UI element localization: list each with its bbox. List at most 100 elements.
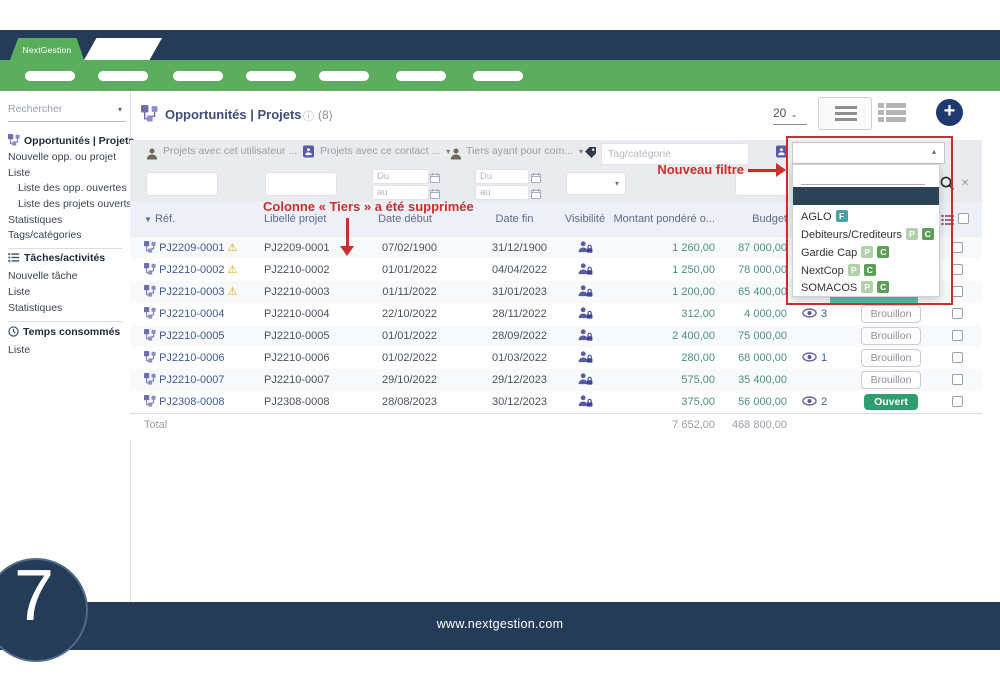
sidebar-item-nouvelle-tache[interactable]: Nouvelle tâche xyxy=(8,270,77,282)
thirdparty-filter-select[interactable]: Tiers ayant pour com...▾ xyxy=(466,145,578,161)
project-label: PJ2210-0006 xyxy=(264,347,376,369)
date-end: 01/03/2022 xyxy=(472,347,567,369)
eye-icon xyxy=(802,352,817,362)
dropdown-option[interactable]: Debiteurs/CrediteursPC xyxy=(801,227,934,243)
ref-search-input[interactable] xyxy=(146,172,218,196)
sidebar-item-liste-opp-ouvertes[interactable]: Liste des opp. ouvertes xyxy=(18,182,127,194)
date-to-placeholder: au xyxy=(373,186,428,199)
sidebar-separator xyxy=(8,321,122,322)
column-ref[interactable]: ▼ Réf. xyxy=(144,211,175,227)
budget-amount: 35 400,00 xyxy=(692,369,787,391)
row-checkbox[interactable] xyxy=(952,396,963,407)
row-checkbox[interactable] xyxy=(952,330,963,341)
eye-icon xyxy=(802,396,817,406)
budget-amount: 68 000,00 xyxy=(692,347,787,369)
nav-pill[interactable] xyxy=(319,71,369,81)
project-ref-link[interactable]: PJ2210-0007 xyxy=(159,374,224,386)
table-row[interactable]: PJ2210-0006 PJ2210-0006 01/02/2022 01/03… xyxy=(130,347,982,370)
view-count: 3 xyxy=(821,308,827,320)
dropdown-option[interactable]: Gardie CapPC xyxy=(801,245,889,261)
project-icon xyxy=(144,373,156,385)
row-checkbox[interactable] xyxy=(952,242,963,253)
project-ref-link[interactable]: PJ2210-0005 xyxy=(159,330,224,342)
sidebar-section-tasks[interactable]: Tâches/activités xyxy=(8,252,105,264)
select-all-checkbox[interactable] xyxy=(958,213,969,224)
sidebar-item-tags-categories[interactable]: Tags/catégories xyxy=(8,229,82,241)
sidebar-item-liste-taches[interactable]: Liste xyxy=(8,286,30,298)
clear-filters-icon[interactable]: × xyxy=(961,174,969,190)
row-checkbox[interactable] xyxy=(952,374,963,385)
date-end-to-input[interactable]: au xyxy=(475,185,529,200)
row-checkbox[interactable] xyxy=(952,264,963,275)
sidebar-item-statistiques[interactable]: Statistiques xyxy=(8,214,62,226)
dropdown-option[interactable]: AGLOF xyxy=(801,209,848,225)
row-checkbox[interactable] xyxy=(952,286,963,297)
nav-pill[interactable] xyxy=(473,71,523,81)
dropdown-search-input[interactable] xyxy=(801,169,925,185)
annotation-arrow-right xyxy=(748,169,778,172)
search-icon[interactable] xyxy=(940,176,955,196)
date-start-from-input[interactable]: Du xyxy=(372,169,429,184)
client-badge: C xyxy=(922,228,934,240)
table-row[interactable]: PJ2210-0007 PJ2210-0007 29/10/2022 29/12… xyxy=(130,369,982,392)
list-view-button[interactable] xyxy=(818,97,872,130)
date-end-from-input[interactable]: Du xyxy=(475,169,529,184)
project-label: PJ2209-0001 xyxy=(264,237,376,259)
brand-tab: NextGestion xyxy=(10,38,84,60)
total-label: Total xyxy=(144,414,262,436)
dropdown-selected-option[interactable] xyxy=(793,187,939,205)
date-end: 28/09/2022 xyxy=(472,325,567,347)
sidebar-item-statistiques-taches[interactable]: Statistiques xyxy=(8,302,62,314)
tasks-list-icon xyxy=(8,252,20,263)
sidebar-item-liste-temps[interactable]: Liste xyxy=(8,344,30,356)
row-checkbox[interactable] xyxy=(952,308,963,319)
page-size-select[interactable]: 20 ⌄ xyxy=(773,104,807,125)
dropdown-option[interactable]: SOMACOSPC xyxy=(801,280,889,296)
sidebar-item-liste[interactable]: Liste xyxy=(8,167,30,179)
user-filter-select[interactable]: Projets avec cet utilisateur ...▾ xyxy=(163,145,291,161)
slide-number: 7 xyxy=(14,560,54,632)
nav-pill[interactable] xyxy=(173,71,223,81)
sidebar-search-select[interactable]: Rechercher ▾ xyxy=(8,100,126,122)
table-row[interactable]: PJ2210-0005 PJ2210-0005 01/01/2022 28/09… xyxy=(130,325,982,348)
table-row[interactable]: PJ2210-0004 PJ2210-0004 22/10/2022 28/11… xyxy=(130,303,982,326)
eye-icon xyxy=(802,308,817,318)
tag-filter-placeholder: Tag/catégorie xyxy=(602,144,748,164)
nav-pill[interactable] xyxy=(98,71,148,81)
total-budget: 468 800,00 xyxy=(692,414,787,436)
add-record-button[interactable]: + xyxy=(936,99,963,126)
grid-view-button[interactable] xyxy=(878,103,908,125)
project-ref-link[interactable]: PJ2210-0006 xyxy=(159,352,224,364)
info-icon[interactable]: ⓘ xyxy=(303,108,314,124)
project-ref-link[interactable]: PJ2210-0004 xyxy=(159,308,224,320)
project-ref-link[interactable]: PJ2209-0001 xyxy=(159,242,224,254)
new-filter-select[interactable]: ▴ xyxy=(792,142,945,164)
prospect-badge: P xyxy=(861,281,873,293)
column-weighted[interactable]: Montant pondéré o... xyxy=(585,211,715,227)
visibility-icon xyxy=(570,391,600,413)
warning-icon: ⚠ xyxy=(228,264,238,276)
column-selector-icon[interactable] xyxy=(941,213,955,231)
prospect-badge: P xyxy=(848,264,860,276)
dropdown-option[interactable]: NextCopPC xyxy=(801,263,876,279)
sidebar-section-projects[interactable]: Opportunités | Projets xyxy=(8,134,134,147)
row-checkbox[interactable] xyxy=(952,352,963,363)
date-start: 29/10/2022 xyxy=(362,369,457,391)
date-end: 29/12/2023 xyxy=(472,369,567,391)
project-ref-link[interactable]: PJ2308-0008 xyxy=(159,396,224,408)
sidebar-item-new-opp[interactable]: Nouvelle opp. ou projet xyxy=(8,151,116,163)
nav-pill[interactable] xyxy=(396,71,446,81)
date-start-to-input[interactable]: au xyxy=(372,185,429,200)
label-search-input[interactable] xyxy=(265,172,337,196)
project-ref-link[interactable]: PJ2210-0002 xyxy=(159,264,224,276)
sidebar-section-temps[interactable]: Temps consommés xyxy=(8,326,120,338)
table-row[interactable]: PJ2308-0008 PJ2308-0008 28/08/2023 30/12… xyxy=(130,391,982,414)
project-icon xyxy=(144,307,156,319)
nav-pill[interactable] xyxy=(25,71,75,81)
chevron-down-icon: ⌄ xyxy=(791,110,798,119)
column-budget[interactable]: Budget xyxy=(712,211,787,227)
project-ref-link[interactable]: PJ2210-0003 xyxy=(159,286,224,298)
sidebar-item-liste-projets-ouverts[interactable]: Liste des projets ouverts xyxy=(18,198,132,210)
nav-pill[interactable] xyxy=(246,71,296,81)
contact-filter-select[interactable]: Projets avec ce contact ...▾ xyxy=(320,145,438,161)
